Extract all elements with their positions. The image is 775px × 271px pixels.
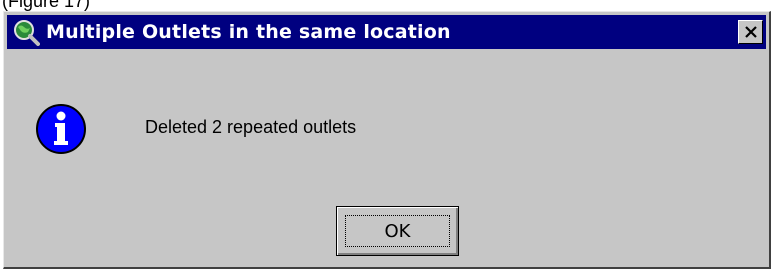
- information-icon: [36, 104, 86, 154]
- ok-button-label: OK: [384, 220, 411, 242]
- title-bar[interactable]: Multiple Outlets in the same location: [7, 15, 766, 49]
- close-icon: [744, 26, 757, 38]
- dialog-message: Deleted 2 repeated outlets: [145, 117, 357, 137]
- message-dialog: Multiple Outlets in the same location De…: [3, 11, 771, 269]
- dialog-title: Multiple Outlets in the same location: [46, 21, 451, 43]
- globe-magnifier-icon: [14, 20, 40, 46]
- ok-button[interactable]: OK: [336, 206, 459, 256]
- close-button[interactable]: [738, 20, 763, 44]
